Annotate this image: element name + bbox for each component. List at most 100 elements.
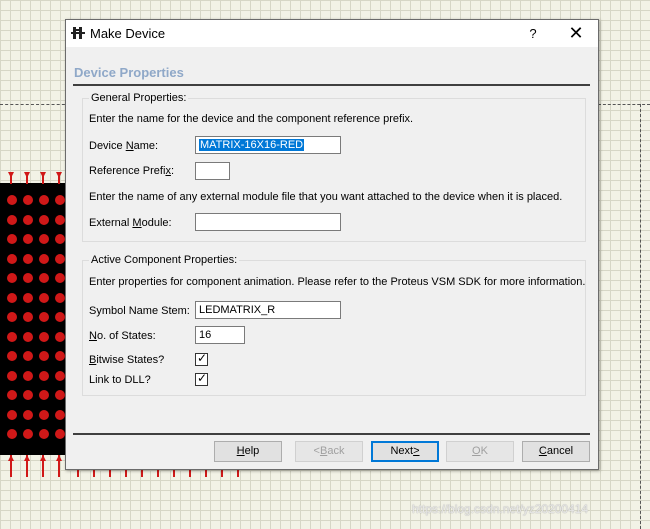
pin-arrow — [56, 455, 62, 461]
led-dot — [39, 234, 49, 244]
led-dot — [23, 351, 33, 361]
led-dot — [39, 409, 49, 420]
led-dot — [7, 370, 17, 381]
led-dot — [23, 331, 33, 342]
led-dot — [39, 312, 49, 322]
divider — [73, 433, 590, 435]
reference-prefix-label: Reference Prefix: — [89, 165, 174, 177]
led-dot — [55, 331, 65, 342]
device-icon — [71, 27, 85, 39]
led-dot — [23, 409, 33, 420]
led-dot — [55, 390, 65, 400]
led-dot — [55, 195, 65, 205]
title-bar[interactable]: Make Device ? ✕ — [66, 20, 598, 47]
led-dot — [55, 351, 65, 361]
led-dot — [7, 253, 17, 264]
led-dot — [55, 409, 65, 420]
led-dot — [23, 253, 33, 264]
pin-arrow — [56, 172, 62, 178]
dialog-title: Make Device — [90, 26, 166, 41]
led-dot — [39, 214, 49, 225]
led-dot — [55, 253, 65, 264]
pin-arrow — [24, 172, 30, 178]
back-button[interactable]: <Back — [295, 441, 363, 462]
cancel-button[interactable]: Cancel — [522, 441, 590, 462]
states-input[interactable]: 16 — [195, 326, 245, 344]
led-dot — [7, 351, 17, 361]
led-dot — [23, 214, 33, 225]
schematic-dashed-line — [640, 104, 641, 529]
symbol-stem-label: Symbol Name Stem: — [89, 305, 190, 317]
check-icon: ✓ — [197, 351, 208, 365]
next-button[interactable]: Next> — [371, 441, 439, 462]
led-dot — [7, 273, 17, 283]
general-properties-group: General Properties: Enter the name for t… — [82, 92, 586, 242]
led-dot — [7, 214, 17, 225]
help-button[interactable]: Help — [214, 441, 282, 462]
led-dot — [55, 214, 65, 225]
led-dot — [23, 292, 33, 303]
help-icon[interactable]: ? — [518, 20, 548, 47]
bitwise-checkbox[interactable]: ✓ — [195, 351, 208, 366]
led-dot — [7, 331, 17, 342]
module-instruction: Enter the name of any external module fi… — [89, 191, 563, 203]
led-dot — [55, 312, 65, 322]
dll-checkbox[interactable]: ✓ — [195, 371, 208, 386]
device-name-value: MATRIX-16X16-RED — [199, 139, 305, 151]
pin-arrow — [24, 455, 30, 461]
schematic-dashed-line — [598, 104, 650, 105]
led-dot — [39, 370, 49, 381]
led-dot — [7, 409, 17, 420]
bitwise-label: Bitwise States? — [89, 354, 165, 366]
led-dot — [7, 429, 17, 439]
device-name-label: Device Name: — [89, 140, 159, 152]
led-dot — [55, 292, 65, 303]
pin-arrow — [40, 172, 46, 178]
led-dot — [39, 351, 49, 361]
check-icon: ✓ — [197, 371, 208, 385]
device-name-input[interactable]: MATRIX-16X16-RED — [195, 136, 341, 154]
led-dot — [55, 234, 65, 244]
led-dot — [23, 234, 33, 244]
group-title: General Properties: — [89, 92, 189, 104]
states-label: No. of States: — [89, 330, 156, 342]
led-dot — [23, 429, 33, 439]
general-instruction: Enter the name for the device and the co… — [89, 113, 414, 125]
active-component-group: Active Component Properties: Enter prope… — [82, 254, 586, 396]
dll-label: Link to DLL? — [89, 374, 151, 386]
led-dot — [39, 253, 49, 264]
pin-arrow — [40, 455, 46, 461]
led-dot — [23, 273, 33, 283]
pin-arrow — [8, 172, 14, 178]
led-dot — [23, 195, 33, 205]
watermark: https://blog.csdn.net/yz20200414 — [412, 502, 589, 516]
make-device-dialog: Make Device ? ✕ Device Properties Genera… — [65, 19, 599, 470]
led-dot — [55, 273, 65, 283]
divider — [73, 84, 590, 86]
led-dot — [23, 312, 33, 322]
close-icon[interactable]: ✕ — [558, 20, 594, 47]
group-title: Active Component Properties: — [89, 254, 240, 266]
external-module-input[interactable] — [195, 213, 341, 231]
led-dot — [55, 370, 65, 381]
ok-button[interactable]: OK — [446, 441, 514, 462]
led-dot — [7, 234, 17, 244]
led-dot — [39, 195, 49, 205]
led-dot — [55, 429, 65, 439]
led-dot — [7, 390, 17, 400]
led-dot — [39, 429, 49, 439]
reference-prefix-input[interactable] — [195, 162, 230, 180]
schematic-dashed-line — [0, 104, 70, 105]
led-dot — [23, 370, 33, 381]
led-dot — [39, 273, 49, 283]
pin-arrow — [8, 455, 14, 461]
led-dot — [7, 195, 17, 205]
led-dot — [39, 390, 49, 400]
active-instruction: Enter properties for component animation… — [89, 276, 586, 288]
section-heading: Device Properties — [74, 65, 184, 80]
led-dot — [7, 292, 17, 303]
symbol-stem-input[interactable]: LEDMATRIX_R — [195, 301, 341, 319]
led-dot — [7, 312, 17, 322]
led-dot — [39, 331, 49, 342]
led-dot — [23, 390, 33, 400]
